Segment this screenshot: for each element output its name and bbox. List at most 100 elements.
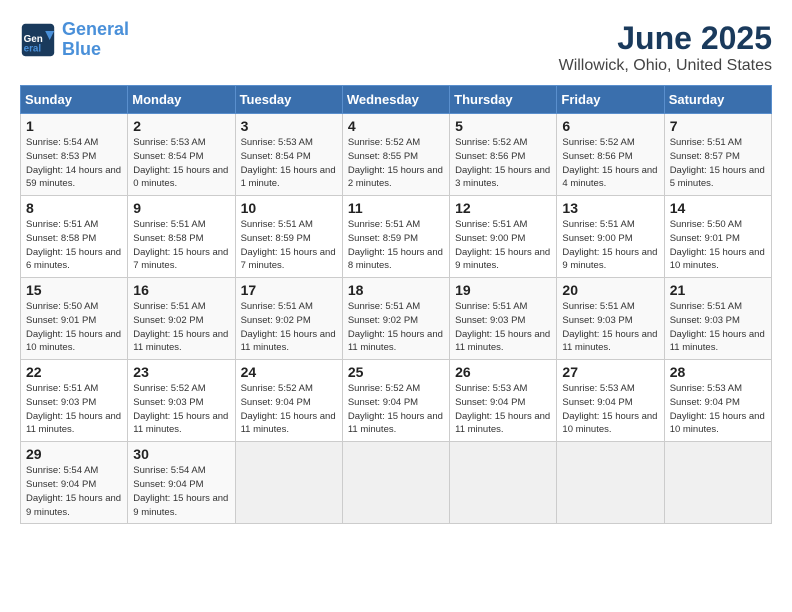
day-info: Sunrise: 5:51 AM Sunset: 8:57 PM Dayligh… xyxy=(670,136,766,191)
calendar-cell: 15 Sunrise: 5:50 AM Sunset: 9:01 PM Dayl… xyxy=(21,278,128,360)
day-number: 2 xyxy=(133,118,229,134)
day-number: 23 xyxy=(133,364,229,380)
calendar-week-5: 29 Sunrise: 5:54 AM Sunset: 9:04 PM Dayl… xyxy=(21,442,772,524)
day-number: 1 xyxy=(26,118,122,134)
day-info: Sunrise: 5:52 AM Sunset: 9:03 PM Dayligh… xyxy=(133,382,229,437)
calendar-cell: 6 Sunrise: 5:52 AM Sunset: 8:56 PM Dayli… xyxy=(557,114,664,196)
calendar-cell: 30 Sunrise: 5:54 AM Sunset: 9:04 PM Dayl… xyxy=(128,442,235,524)
day-info: Sunrise: 5:54 AM Sunset: 9:04 PM Dayligh… xyxy=(26,464,122,519)
calendar-cell: 29 Sunrise: 5:54 AM Sunset: 9:04 PM Dayl… xyxy=(21,442,128,524)
day-info: Sunrise: 5:51 AM Sunset: 8:58 PM Dayligh… xyxy=(133,218,229,273)
calendar-cell: 1 Sunrise: 5:54 AM Sunset: 8:53 PM Dayli… xyxy=(21,114,128,196)
day-number: 18 xyxy=(348,282,444,298)
calendar-cell: 18 Sunrise: 5:51 AM Sunset: 9:02 PM Dayl… xyxy=(342,278,449,360)
day-number: 22 xyxy=(26,364,122,380)
day-number: 7 xyxy=(670,118,766,134)
calendar-cell: 8 Sunrise: 5:51 AM Sunset: 8:58 PM Dayli… xyxy=(21,196,128,278)
calendar-table: SundayMondayTuesdayWednesdayThursdayFrid… xyxy=(20,85,772,524)
calendar-cell: 16 Sunrise: 5:51 AM Sunset: 9:02 PM Dayl… xyxy=(128,278,235,360)
calendar-cell xyxy=(557,442,664,524)
weekday-header-wednesday: Wednesday xyxy=(342,86,449,114)
day-info: Sunrise: 5:51 AM Sunset: 9:03 PM Dayligh… xyxy=(562,300,658,355)
day-info: Sunrise: 5:52 AM Sunset: 8:56 PM Dayligh… xyxy=(455,136,551,191)
calendar-cell: 25 Sunrise: 5:52 AM Sunset: 9:04 PM Dayl… xyxy=(342,360,449,442)
weekday-header-saturday: Saturday xyxy=(664,86,771,114)
calendar-cell: 17 Sunrise: 5:51 AM Sunset: 9:02 PM Dayl… xyxy=(235,278,342,360)
page-header: Gen eral GeneralBlue June 2025 Willowick… xyxy=(20,20,772,75)
day-info: Sunrise: 5:53 AM Sunset: 8:54 PM Dayligh… xyxy=(241,136,337,191)
calendar-cell: 10 Sunrise: 5:51 AM Sunset: 8:59 PM Dayl… xyxy=(235,196,342,278)
day-number: 10 xyxy=(241,200,337,216)
day-number: 27 xyxy=(562,364,658,380)
day-number: 3 xyxy=(241,118,337,134)
day-info: Sunrise: 5:51 AM Sunset: 9:02 PM Dayligh… xyxy=(133,300,229,355)
logo: Gen eral GeneralBlue xyxy=(20,20,129,60)
day-number: 9 xyxy=(133,200,229,216)
weekday-header-thursday: Thursday xyxy=(450,86,557,114)
calendar-cell: 21 Sunrise: 5:51 AM Sunset: 9:03 PM Dayl… xyxy=(664,278,771,360)
calendar-cell: 20 Sunrise: 5:51 AM Sunset: 9:03 PM Dayl… xyxy=(557,278,664,360)
calendar-cell: 24 Sunrise: 5:52 AM Sunset: 9:04 PM Dayl… xyxy=(235,360,342,442)
day-number: 11 xyxy=(348,200,444,216)
day-info: Sunrise: 5:51 AM Sunset: 9:03 PM Dayligh… xyxy=(26,382,122,437)
weekday-header-friday: Friday xyxy=(557,86,664,114)
day-info: Sunrise: 5:52 AM Sunset: 8:55 PM Dayligh… xyxy=(348,136,444,191)
calendar-header: SundayMondayTuesdayWednesdayThursdayFrid… xyxy=(21,86,772,114)
day-number: 5 xyxy=(455,118,551,134)
calendar-cell: 11 Sunrise: 5:51 AM Sunset: 8:59 PM Dayl… xyxy=(342,196,449,278)
day-number: 15 xyxy=(26,282,122,298)
calendar-cell: 27 Sunrise: 5:53 AM Sunset: 9:04 PM Dayl… xyxy=(557,360,664,442)
day-info: Sunrise: 5:51 AM Sunset: 9:02 PM Dayligh… xyxy=(348,300,444,355)
day-number: 14 xyxy=(670,200,766,216)
svg-text:eral: eral xyxy=(24,43,42,54)
day-number: 12 xyxy=(455,200,551,216)
logo-text: GeneralBlue xyxy=(62,20,129,60)
calendar-week-3: 15 Sunrise: 5:50 AM Sunset: 9:01 PM Dayl… xyxy=(21,278,772,360)
calendar-cell: 7 Sunrise: 5:51 AM Sunset: 8:57 PM Dayli… xyxy=(664,114,771,196)
day-info: Sunrise: 5:52 AM Sunset: 8:56 PM Dayligh… xyxy=(562,136,658,191)
day-info: Sunrise: 5:51 AM Sunset: 9:00 PM Dayligh… xyxy=(455,218,551,273)
calendar-cell: 5 Sunrise: 5:52 AM Sunset: 8:56 PM Dayli… xyxy=(450,114,557,196)
calendar-cell: 13 Sunrise: 5:51 AM Sunset: 9:00 PM Dayl… xyxy=(557,196,664,278)
day-number: 21 xyxy=(670,282,766,298)
day-info: Sunrise: 5:53 AM Sunset: 9:04 PM Dayligh… xyxy=(455,382,551,437)
location-title: Willowick, Ohio, United States xyxy=(559,57,772,75)
day-number: 28 xyxy=(670,364,766,380)
day-number: 24 xyxy=(241,364,337,380)
calendar-cell: 23 Sunrise: 5:52 AM Sunset: 9:03 PM Dayl… xyxy=(128,360,235,442)
day-info: Sunrise: 5:51 AM Sunset: 8:58 PM Dayligh… xyxy=(26,218,122,273)
day-number: 8 xyxy=(26,200,122,216)
day-info: Sunrise: 5:53 AM Sunset: 9:04 PM Dayligh… xyxy=(670,382,766,437)
day-info: Sunrise: 5:51 AM Sunset: 9:02 PM Dayligh… xyxy=(241,300,337,355)
day-info: Sunrise: 5:51 AM Sunset: 8:59 PM Dayligh… xyxy=(348,218,444,273)
day-number: 26 xyxy=(455,364,551,380)
month-title: June 2025 xyxy=(559,20,772,57)
day-number: 13 xyxy=(562,200,658,216)
day-info: Sunrise: 5:50 AM Sunset: 9:01 PM Dayligh… xyxy=(670,218,766,273)
day-info: Sunrise: 5:54 AM Sunset: 9:04 PM Dayligh… xyxy=(133,464,229,519)
day-number: 20 xyxy=(562,282,658,298)
calendar-cell xyxy=(235,442,342,524)
calendar-cell: 4 Sunrise: 5:52 AM Sunset: 8:55 PM Dayli… xyxy=(342,114,449,196)
calendar-cell xyxy=(664,442,771,524)
calendar-cell: 9 Sunrise: 5:51 AM Sunset: 8:58 PM Dayli… xyxy=(128,196,235,278)
title-area: June 2025 Willowick, Ohio, United States xyxy=(559,20,772,75)
calendar-cell: 28 Sunrise: 5:53 AM Sunset: 9:04 PM Dayl… xyxy=(664,360,771,442)
calendar-cell: 19 Sunrise: 5:51 AM Sunset: 9:03 PM Dayl… xyxy=(450,278,557,360)
day-number: 17 xyxy=(241,282,337,298)
day-info: Sunrise: 5:52 AM Sunset: 9:04 PM Dayligh… xyxy=(241,382,337,437)
day-info: Sunrise: 5:51 AM Sunset: 9:03 PM Dayligh… xyxy=(670,300,766,355)
day-info: Sunrise: 5:53 AM Sunset: 8:54 PM Dayligh… xyxy=(133,136,229,191)
day-number: 25 xyxy=(348,364,444,380)
day-info: Sunrise: 5:51 AM Sunset: 9:00 PM Dayligh… xyxy=(562,218,658,273)
day-info: Sunrise: 5:54 AM Sunset: 8:53 PM Dayligh… xyxy=(26,136,122,191)
day-info: Sunrise: 5:53 AM Sunset: 9:04 PM Dayligh… xyxy=(562,382,658,437)
day-number: 30 xyxy=(133,446,229,462)
day-info: Sunrise: 5:50 AM Sunset: 9:01 PM Dayligh… xyxy=(26,300,122,355)
day-info: Sunrise: 5:51 AM Sunset: 9:03 PM Dayligh… xyxy=(455,300,551,355)
weekday-header-sunday: Sunday xyxy=(21,86,128,114)
calendar-week-1: 1 Sunrise: 5:54 AM Sunset: 8:53 PM Dayli… xyxy=(21,114,772,196)
calendar-week-4: 22 Sunrise: 5:51 AM Sunset: 9:03 PM Dayl… xyxy=(21,360,772,442)
weekday-header-tuesday: Tuesday xyxy=(235,86,342,114)
day-info: Sunrise: 5:52 AM Sunset: 9:04 PM Dayligh… xyxy=(348,382,444,437)
